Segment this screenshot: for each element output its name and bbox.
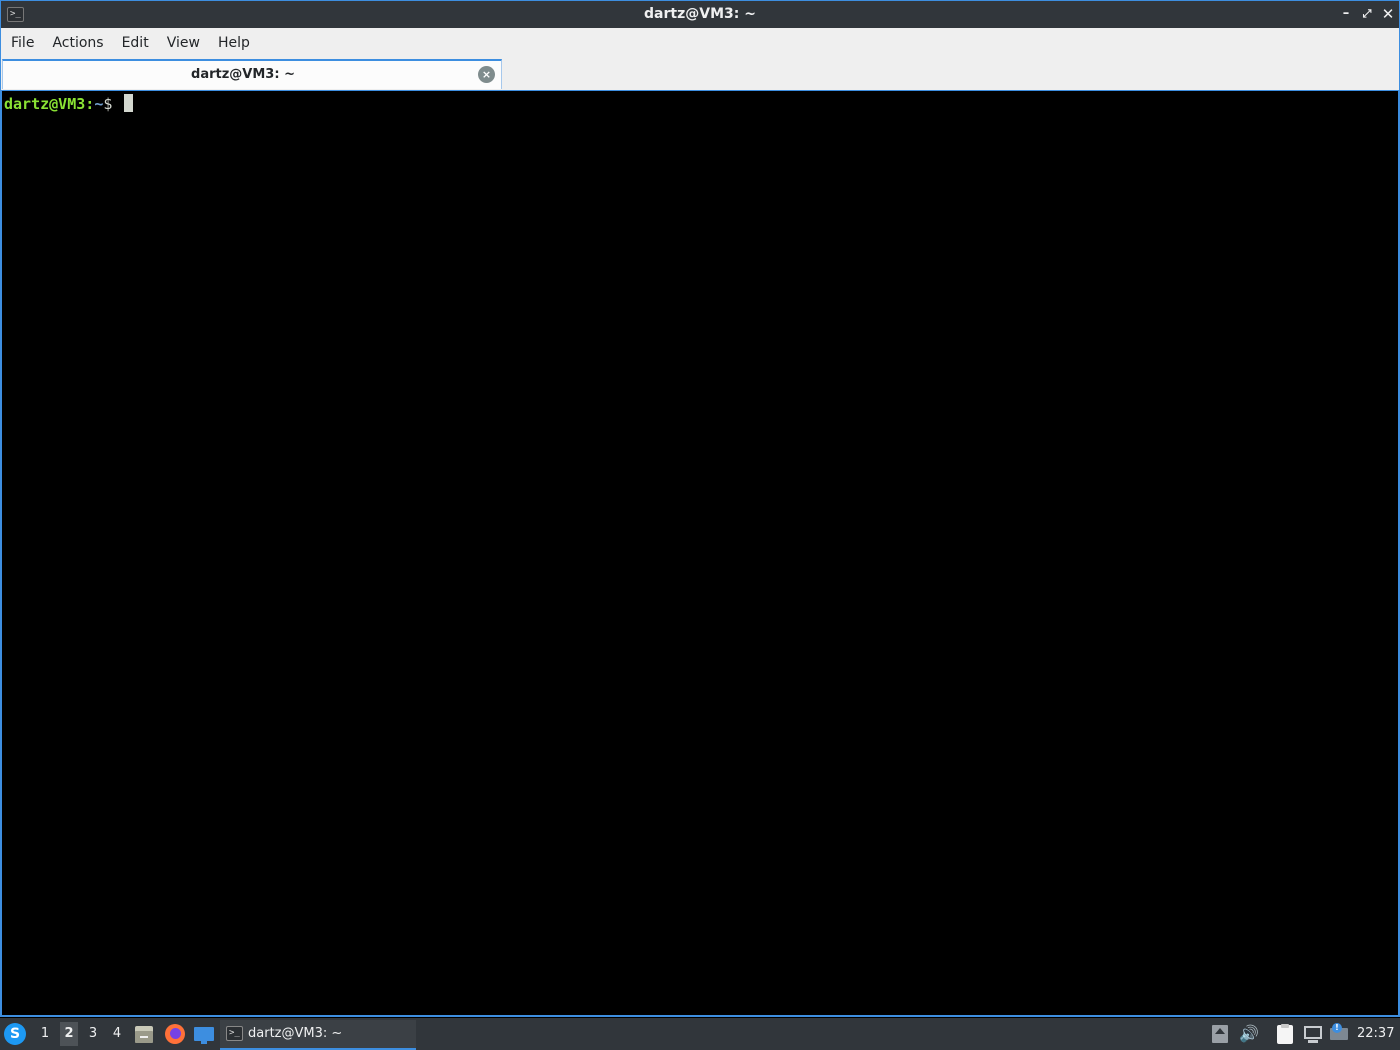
menu-bar: File Actions Edit View Help xyxy=(0,28,1400,58)
terminal-tab[interactable]: dartz@VM3: ~ × xyxy=(2,59,502,89)
prompt-line: dartz@VM3:~$ xyxy=(4,94,134,113)
tab-label: dartz@VM3: ~ xyxy=(191,67,295,82)
network-icon[interactable] xyxy=(1303,1024,1323,1044)
tab-bar: dartz@VM3: ~ × xyxy=(0,58,1400,90)
desktop-3-button[interactable]: 3 xyxy=(85,1026,101,1041)
taskbar-task-terminal[interactable]: >_ dartz@VM3: ~ xyxy=(220,1020,416,1050)
desktop-1-button[interactable]: 1 xyxy=(37,1026,53,1041)
prompt-path: ~ xyxy=(94,95,104,113)
clipboard-icon[interactable] xyxy=(1276,1024,1296,1044)
clock[interactable]: 22:37 xyxy=(1357,1026,1394,1041)
close-window-button[interactable]: ✕ xyxy=(1379,5,1397,23)
text-cursor xyxy=(124,94,134,112)
volume-icon[interactable]: 🔊 xyxy=(1239,1024,1259,1044)
desktop-2-button[interactable]: 2 xyxy=(60,1022,78,1046)
menu-view[interactable]: View xyxy=(159,35,208,51)
window-title: dartz@VM3: ~ xyxy=(644,6,756,22)
close-tab-icon[interactable]: × xyxy=(478,66,495,83)
notification-icon[interactable]: ! xyxy=(1329,1023,1349,1044)
firefox-icon[interactable] xyxy=(164,1023,186,1045)
prompt-user-host: dartz@VM3 xyxy=(4,95,86,113)
taskbar: S 1 2 3 4 >_ dartz@VM3: ~ 🔊 ! 22:37 xyxy=(0,1018,1400,1050)
lxqt-menu-icon[interactable]: S xyxy=(4,1023,26,1045)
window-titlebar: >_ dartz@VM3: ~ – ⤢ ✕ xyxy=(0,0,1400,28)
maximize-button[interactable]: ⤢ xyxy=(1358,5,1376,23)
desktop-4-button[interactable]: 4 xyxy=(109,1026,125,1041)
terminal-area[interactable]: dartz@VM3:~$ xyxy=(0,90,1400,1017)
show-desktop-icon[interactable] xyxy=(193,1023,215,1045)
file-manager-icon[interactable] xyxy=(133,1023,155,1045)
menu-file[interactable]: File xyxy=(3,35,42,51)
tray-arrow-icon[interactable] xyxy=(1211,1024,1231,1044)
task-label: dartz@VM3: ~ xyxy=(248,1026,343,1041)
prompt-sign: $ xyxy=(103,95,113,113)
minimize-button[interactable]: – xyxy=(1337,5,1355,23)
menu-help[interactable]: Help xyxy=(210,35,258,51)
prompt-colon: : xyxy=(85,95,95,113)
menu-edit[interactable]: Edit xyxy=(114,35,157,51)
menu-actions[interactable]: Actions xyxy=(44,35,111,51)
terminal-icon: >_ xyxy=(226,1026,243,1041)
